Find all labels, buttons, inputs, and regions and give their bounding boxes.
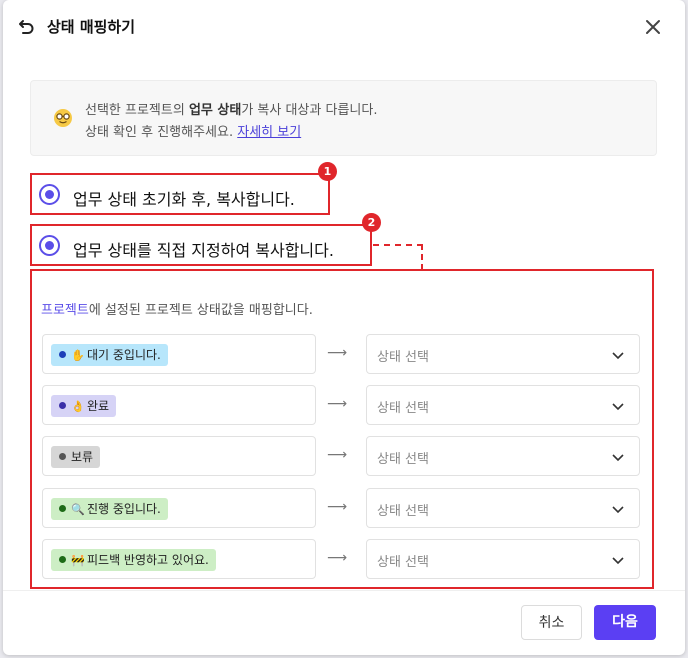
source-status: 🔍 진행 중입니다.	[42, 488, 316, 528]
mapping-row: 👌 완료 ⟶ 상태 선택	[42, 385, 644, 425]
ok-hand-icon: 👌	[71, 400, 85, 413]
select-placeholder: 상태 선택	[377, 555, 429, 570]
target-status-select[interactable]: 상태 선택	[366, 539, 640, 579]
modal-header: 상태 매핑하기	[3, 0, 685, 56]
details-link[interactable]: 자세히 보기	[237, 125, 301, 140]
chevron-down-icon	[612, 506, 624, 514]
status-label: 대기 중입니다.	[87, 348, 161, 362]
status-dot	[59, 402, 66, 409]
status-dot	[59, 505, 66, 512]
arrow-icon: ⟶	[327, 447, 348, 463]
raised-hand-icon: ✋	[71, 349, 85, 362]
select-placeholder: 상태 선택	[377, 504, 429, 519]
arrow-icon: ⟶	[327, 345, 348, 361]
source-status: ✋ 대기 중입니다.	[42, 334, 316, 374]
status-mapping-modal: 상태 매핑하기 선택한 프로젝트의 업무 상태가 복사 대상과 다릅니다. 상태…	[3, 0, 685, 655]
annotation-connector	[421, 244, 423, 270]
modal-title: 상태 매핑하기	[47, 18, 136, 36]
target-status-select[interactable]: 상태 선택	[366, 334, 640, 374]
chevron-down-icon	[612, 403, 624, 411]
construction-icon: 🚧	[71, 554, 85, 567]
target-status-select[interactable]: 상태 선택	[366, 385, 640, 425]
select-placeholder: 상태 선택	[377, 452, 429, 467]
source-status: 보류	[42, 436, 316, 476]
chevron-down-icon	[612, 557, 624, 565]
magnifier-icon: 🔍	[71, 503, 85, 516]
status-chip: 보류	[51, 446, 101, 468]
status-chip: 🔍 진행 중입니다.	[51, 498, 168, 520]
status-label: 피드백 반영하고 있어요.	[87, 553, 209, 567]
mapping-panel: 프로젝트에 설정된 프로젝트 상태값을 매핑합니다. ✋ 대기 중입니다. ⟶ 상…	[30, 269, 654, 589]
status-label: 보류	[71, 450, 94, 464]
annotation-badge: 2	[362, 213, 381, 232]
select-placeholder: 상태 선택	[377, 350, 429, 365]
notice-line-1: 선택한 프로젝트의 업무 상태가 복사 대상과 다릅니다.	[85, 99, 377, 118]
status-label: 완료	[87, 399, 110, 413]
cancel-button[interactable]: 취소	[521, 605, 582, 640]
notice-text: 가 복사 대상과 다릅니다.	[241, 103, 378, 118]
option-label[interactable]: 업무 상태 초기화 후, 복사합니다.	[73, 186, 295, 210]
select-placeholder: 상태 선택	[377, 401, 429, 416]
status-label: 진행 중입니다.	[87, 502, 161, 516]
mapping-row: ✋ 대기 중입니다. ⟶ 상태 선택	[42, 334, 644, 374]
option-label[interactable]: 업무 상태를 직접 지정하여 복사합니다.	[73, 237, 334, 261]
arrow-icon: ⟶	[327, 499, 348, 515]
annotation-connector	[373, 244, 423, 246]
back-arrow-icon[interactable]	[17, 17, 37, 37]
nerd-face-icon	[54, 109, 72, 127]
notice-box: 선택한 프로젝트의 업무 상태가 복사 대상과 다릅니다. 상태 확인 후 진행…	[30, 80, 657, 156]
notice-text: 선택한 프로젝트의	[85, 103, 189, 118]
target-status-select[interactable]: 상태 선택	[366, 436, 640, 476]
mapping-row: 보류 ⟶ 상태 선택	[42, 436, 644, 476]
status-dot	[59, 351, 66, 358]
status-dot	[59, 453, 66, 460]
next-button[interactable]: 다음	[594, 605, 656, 640]
arrow-icon: ⟶	[327, 550, 348, 566]
status-chip: 🚧 피드백 반영하고 있어요.	[51, 549, 216, 571]
notice-emphasis: 업무 상태	[188, 103, 242, 118]
status-dot	[59, 556, 66, 563]
source-status: 🚧 피드백 반영하고 있어요.	[42, 539, 316, 579]
arrow-icon: ⟶	[327, 396, 348, 412]
mapping-description: 프로젝트에 설정된 프로젝트 상태값을 매핑합니다.	[41, 299, 313, 318]
chevron-down-icon	[612, 454, 624, 462]
target-status-select[interactable]: 상태 선택	[366, 488, 640, 528]
option-manual-mapping[interactable]: 업무 상태를 직접 지정하여 복사합니다.	[30, 224, 372, 266]
chevron-down-icon	[612, 352, 624, 360]
option-reset-and-copy[interactable]: 업무 상태 초기화 후, 복사합니다.	[30, 173, 330, 215]
annotation-badge: 1	[318, 162, 337, 181]
footer-divider	[3, 590, 685, 591]
close-icon[interactable]	[643, 17, 663, 37]
notice-line-2: 상태 확인 후 진행해주세요. 자세히 보기	[85, 121, 301, 140]
status-chip: 👌 완료	[51, 395, 117, 417]
project-label: 프로젝트	[41, 303, 89, 318]
radio-button[interactable]	[39, 184, 60, 205]
status-chip: ✋ 대기 중입니다.	[51, 344, 168, 366]
mapping-row: 🔍 진행 중입니다. ⟶ 상태 선택	[42, 488, 644, 528]
notice-text: 상태 확인 후 진행해주세요.	[85, 125, 238, 140]
source-status: 👌 완료	[42, 385, 316, 425]
radio-button[interactable]	[39, 235, 60, 256]
mapping-row: 🚧 피드백 반영하고 있어요. ⟶ 상태 선택	[42, 539, 644, 579]
mapping-description-text: 에 설정된 프로젝트 상태값을 매핑합니다.	[88, 303, 313, 318]
